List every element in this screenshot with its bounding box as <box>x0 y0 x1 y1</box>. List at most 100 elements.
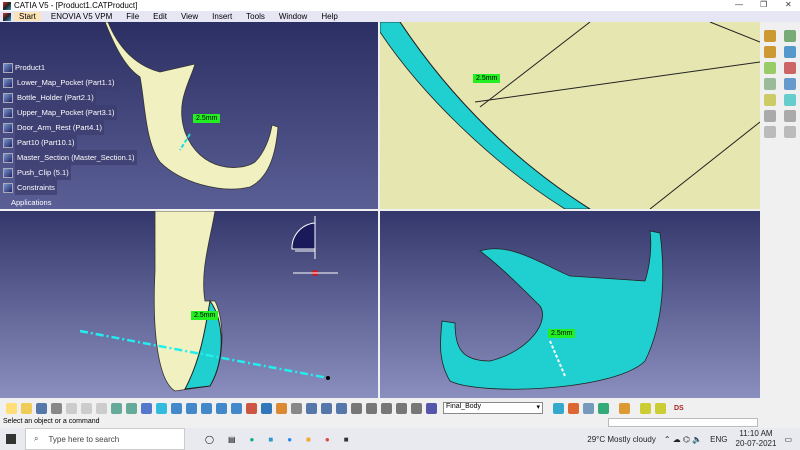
notification-icon[interactable]: ▭ <box>784 435 792 444</box>
tool-icon[interactable] <box>396 402 407 414</box>
tool-icon[interactable] <box>411 402 422 414</box>
tree-applications[interactable]: Applications <box>3 195 137 210</box>
pan-icon[interactable] <box>186 402 197 414</box>
redo-icon[interactable] <box>126 402 137 414</box>
catia-taskbar-icon[interactable]: ■ <box>344 435 349 444</box>
viewport-top-right[interactable]: 2.5mm <box>380 22 760 209</box>
system-tray: 29°C Mostly cloudy ⌃ ☁ ⌬ 🔈 ENG 11:10 AM 2… <box>587 428 792 450</box>
tree-item[interactable]: Push_Clip (5.1) <box>3 165 137 180</box>
tool-icon[interactable] <box>640 402 651 414</box>
store-icon[interactable]: ■ <box>268 435 273 444</box>
menu-window[interactable]: Window <box>279 12 307 21</box>
viewport-bottom-right[interactable]: 2.5mm <box>380 211 760 398</box>
product-icon <box>3 62 13 73</box>
zoom-in-icon[interactable] <box>216 402 227 414</box>
tray-icons[interactable]: ⌃ ☁ ⌬ 🔈 <box>664 435 702 444</box>
menu-insert[interactable]: Insert <box>212 12 232 21</box>
tool-icon[interactable] <box>784 94 796 106</box>
tool-icon[interactable] <box>764 94 776 106</box>
explorer-icon[interactable]: ■ <box>306 435 311 444</box>
tree-root[interactable]: Product1 <box>3 60 137 75</box>
tool-icon[interactable] <box>784 62 796 74</box>
hide-show-icon[interactable] <box>291 402 302 414</box>
task-view-icon[interactable]: ◯ <box>205 435 214 444</box>
tool-icon[interactable] <box>583 402 594 414</box>
menu-help[interactable]: Help <box>321 12 337 21</box>
normal-view-icon[interactable] <box>246 402 257 414</box>
minimize-button[interactable]: — <box>735 0 743 9</box>
menu-view[interactable]: View <box>181 12 198 21</box>
new-icon[interactable] <box>6 402 17 414</box>
zoom-icon[interactable]: ● <box>287 435 292 444</box>
edge-icon[interactable]: ● <box>250 435 255 444</box>
save-icon[interactable] <box>36 402 47 414</box>
tool-icon[interactable] <box>784 110 796 122</box>
command-input[interactable] <box>608 418 758 427</box>
tool-icon[interactable] <box>381 402 392 414</box>
shading-icon[interactable] <box>276 402 287 414</box>
cut-icon[interactable] <box>66 402 77 414</box>
tool-icon[interactable] <box>784 126 796 138</box>
tool-icon[interactable] <box>351 402 362 414</box>
tree-item[interactable]: Door_Arm_Rest (Part4.1) <box>3 120 137 135</box>
tool-icon[interactable] <box>553 402 564 414</box>
widgets-icon[interactable]: ▤ <box>228 435 236 444</box>
tool-icon[interactable] <box>426 402 437 414</box>
help-icon[interactable] <box>141 402 152 414</box>
taskbar: ⌕ Type here to search ◯ ▤ ● ■ ● ■ ● ■ 29°C Mostl… <box>0 428 800 450</box>
tool-icon[interactable] <box>598 402 609 414</box>
iso-view-icon[interactable] <box>261 402 272 414</box>
menu-tools[interactable]: Tools <box>246 12 265 21</box>
viewport-bottom-left[interactable]: 2.5mm <box>0 211 378 398</box>
chrome-icon[interactable]: ● <box>325 435 330 444</box>
rotate-icon[interactable] <box>201 402 212 414</box>
paste-icon[interactable] <box>96 402 107 414</box>
windows-start-icon[interactable] <box>6 434 16 444</box>
weather-widget[interactable]: 29°C Mostly cloudy <box>587 435 656 444</box>
tool-icon[interactable] <box>764 30 776 42</box>
part-model-side <box>79 211 338 392</box>
print-icon[interactable] <box>51 402 62 414</box>
tree-item[interactable]: Master_Section (Master_Section.1) <box>3 150 137 165</box>
fly-icon[interactable] <box>156 402 167 414</box>
bottom-toolbar: Final_Body ▾ DS <box>0 400 800 416</box>
tree-item[interactable]: Part10 (Part10.1) <box>3 135 137 150</box>
tool-icon[interactable] <box>764 62 776 74</box>
clock[interactable]: 11:10 AM 20-07-2021 <box>736 429 777 449</box>
open-icon[interactable] <box>21 402 32 414</box>
close-button[interactable]: ✕ <box>785 0 792 9</box>
language-indicator[interactable]: ENG <box>710 435 727 444</box>
menu-enovia[interactable]: ENOVIA V5 VPM <box>51 12 112 21</box>
fit-all-icon[interactable] <box>171 402 182 414</box>
tool-icon[interactable] <box>655 402 666 414</box>
tool-icon[interactable] <box>366 402 377 414</box>
tree-item[interactable]: Lower_Map_Pocket (Part1.1) <box>3 75 137 90</box>
menu-bar: Start ENOVIA V5 VPM File Edit View Inser… <box>0 11 800 22</box>
menu-edit[interactable]: Edit <box>153 12 167 21</box>
measure-icon[interactable] <box>321 402 332 414</box>
taskbar-search[interactable]: ⌕ Type here to search <box>25 428 185 450</box>
tree-item[interactable]: Constraints <box>3 180 137 195</box>
tool-icon[interactable] <box>784 30 796 42</box>
tool-icon[interactable] <box>784 46 796 58</box>
tool-icon[interactable] <box>784 78 796 90</box>
tool-icon[interactable] <box>764 46 776 58</box>
chevron-down-icon: ▾ <box>536 404 540 411</box>
menu-start[interactable]: Start <box>14 12 41 21</box>
body-select[interactable]: Final_Body ▾ <box>443 402 543 414</box>
tree-item[interactable]: Bottle_Holder (Part2.1) <box>3 90 137 105</box>
copy-icon[interactable] <box>81 402 92 414</box>
zoom-out-icon[interactable] <box>231 402 242 414</box>
tool-icon[interactable] <box>764 110 776 122</box>
measure-icon[interactable] <box>306 402 317 414</box>
tool-icon[interactable] <box>764 78 776 90</box>
tool-icon[interactable] <box>568 402 579 414</box>
undo-icon[interactable] <box>111 402 122 414</box>
menu-file[interactable]: File <box>126 12 139 21</box>
tool-icon[interactable] <box>619 402 630 414</box>
inertia-icon[interactable] <box>336 402 347 414</box>
maximize-button[interactable]: ❐ <box>760 0 767 9</box>
tool-icon[interactable] <box>764 126 776 138</box>
app-icon <box>3 12 11 21</box>
tree-item[interactable]: Upper_Map_Pocket (Part3.1) <box>3 105 137 120</box>
